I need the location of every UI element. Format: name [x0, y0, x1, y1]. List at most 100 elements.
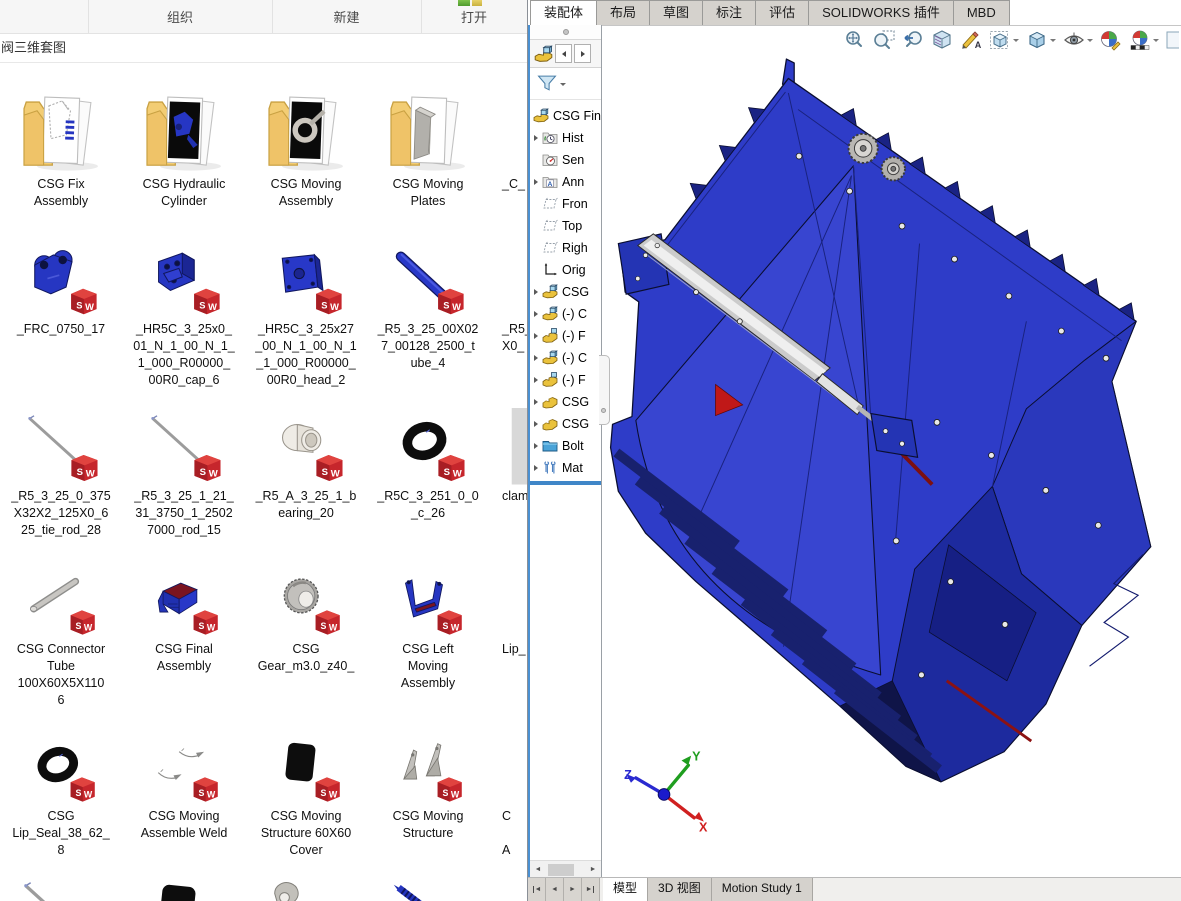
- ribbon-tab-1[interactable]: 布局: [596, 0, 650, 25]
- feature-tree-item[interactable]: Sen: [530, 149, 601, 171]
- feature-tree-root[interactable]: CSG Fin: [530, 105, 601, 127]
- view-tab-2[interactable]: Motion Study 1: [712, 878, 813, 901]
- file-item[interactable]: SW_R5_3_25_00X02 7_00128_2500_t ube_4: [367, 243, 489, 372]
- tab-scroll-right-button[interactable]: [574, 44, 591, 63]
- edit-appearance-button[interactable]: [1098, 28, 1124, 52]
- expand-arrow-icon[interactable]: [534, 135, 538, 141]
- expand-arrow-icon[interactable]: [534, 421, 538, 427]
- file-item[interactable]: SW: [245, 874, 367, 901]
- scroll-right-icon[interactable]: ►: [585, 862, 601, 878]
- file-item[interactable]: SW_HR5C_3_25x27 _00_N_1_00_N_1 _1_000_R0…: [245, 243, 367, 389]
- first-frame-button[interactable]: ◄: [528, 878, 546, 901]
- file-item[interactable]: _R5_ X0_: [489, 243, 527, 355]
- tree-horizontal-scrollbar[interactable]: ◄ ►: [530, 860, 601, 878]
- file-item[interactable]: SWCSG Moving Structure: [367, 734, 489, 842]
- file-item[interactable]: Lip_: [489, 567, 527, 658]
- display-style-button[interactable]: [1024, 28, 1058, 52]
- feature-tree-item[interactable]: Righ: [530, 237, 601, 259]
- file-item[interactable]: SW: [367, 874, 489, 901]
- feature-tree-item[interactable]: (-) C: [530, 347, 601, 369]
- folder-item[interactable]: CSG Moving Plates: [367, 76, 489, 210]
- feature-tree-item[interactable]: Mat: [530, 457, 601, 479]
- expand-arrow-icon[interactable]: [534, 289, 538, 295]
- panel-splitter-handle[interactable]: [599, 355, 610, 425]
- file-item[interactable]: SW_R5_3_25_0_375 X32X2_125X0_6 25_tie_ro…: [0, 408, 122, 539]
- chevron-down-icon[interactable]: [1153, 39, 1159, 45]
- view-tab-0[interactable]: 模型: [603, 878, 648, 901]
- file-item[interactable]: C A: [489, 734, 527, 859]
- expand-arrow-icon[interactable]: [534, 355, 538, 361]
- ribbon-tab-2[interactable]: 草图: [649, 0, 703, 25]
- expand-arrow-icon[interactable]: [534, 333, 538, 339]
- chevron-down-icon[interactable]: [1087, 39, 1093, 45]
- chevron-down-icon[interactable]: [1050, 39, 1056, 45]
- hide-show-items-button[interactable]: [1061, 28, 1095, 52]
- previous-view-button[interactable]: [900, 28, 926, 52]
- feature-tree-item[interactable]: Orig: [530, 259, 601, 281]
- file-item[interactable]: SW_FRC_0750_17: [0, 243, 122, 338]
- file-item[interactable]: SWCSG Gear_m3.0_z40_: [245, 567, 367, 675]
- zoom-to-fit-button[interactable]: [842, 28, 868, 52]
- assembly-model[interactable]: Z Y X: [528, 25, 1181, 878]
- hide-show-annotations-button[interactable]: A: [958, 28, 984, 52]
- scrollbar-thumb[interactable]: [548, 864, 574, 876]
- expand-arrow-icon[interactable]: [534, 377, 538, 383]
- file-item-selected[interactable]: clam: [489, 408, 527, 505]
- zoom-to-area-button[interactable]: [871, 28, 897, 52]
- ribbon-tab-assembly[interactable]: 装配体: [530, 0, 597, 25]
- folder-item[interactable]: CSG Moving Assembly: [245, 76, 367, 210]
- ribbon-tab-6[interactable]: MBD: [953, 0, 1010, 25]
- feature-tree-item[interactable]: CSG: [530, 281, 601, 303]
- folder-item[interactable]: CSG Hydraulic Cylinder: [123, 76, 245, 210]
- breadcrumb[interactable]: 阀三维套图: [0, 34, 527, 63]
- feature-tree-item[interactable]: CSG: [530, 391, 601, 413]
- ribbon-tab-3[interactable]: 标注: [702, 0, 756, 25]
- file-item[interactable]: SWCSG Left Moving Assembly: [367, 567, 489, 692]
- apply-scene-button[interactable]: [1127, 28, 1161, 52]
- feature-tree-item[interactable]: Fron: [530, 193, 601, 215]
- folder-item[interactable]: CSG Fix Assembly: [0, 76, 122, 210]
- file-item[interactable]: SW: [123, 874, 245, 901]
- expand-arrow-icon[interactable]: [534, 399, 538, 405]
- file-item[interactable]: SWCSG Lip_Seal_38_62_ 8: [0, 734, 122, 859]
- feature-tree-item[interactable]: Bolt: [530, 435, 601, 457]
- expand-arrow-icon[interactable]: [534, 311, 538, 317]
- view-settings-button[interactable]: [1164, 28, 1179, 52]
- file-item[interactable]: SW_R5C_3_251_0_0 _c_26: [367, 408, 489, 522]
- file-item[interactable]: SW_R5_3_25_1_21_ 31_3750_1_2502 7000_rod…: [123, 408, 245, 539]
- feature-tree-item[interactable]: AAnn: [530, 171, 601, 193]
- feature-tree-item[interactable]: Top: [530, 215, 601, 237]
- file-item[interactable]: SWCSG Connector Tube 100X60X5X110 6: [0, 567, 122, 709]
- feature-tree-item[interactable]: (-) F: [530, 325, 601, 347]
- scroll-left-icon[interactable]: ◄: [530, 862, 546, 878]
- file-item[interactable]: SWCSG Moving Structure 60X60 Cover: [245, 734, 367, 859]
- ribbon-tab-4[interactable]: 评估: [755, 0, 809, 25]
- expand-arrow-icon[interactable]: [534, 465, 538, 471]
- prev-frame-button[interactable]: ◄: [546, 878, 564, 901]
- rollback-bar[interactable]: [530, 481, 601, 485]
- panel-collapse-handle[interactable]: [530, 25, 601, 40]
- file-item[interactable]: SW: [0, 874, 122, 901]
- view-tab-1[interactable]: 3D 视图: [648, 878, 712, 901]
- feature-tree-item[interactable]: (-) C: [530, 303, 601, 325]
- file-item[interactable]: SW_C_: [489, 76, 527, 193]
- ribbon-group-new[interactable]: 新建: [272, 0, 421, 33]
- file-item[interactable]: SWCSG Final Assembly: [123, 567, 245, 675]
- expand-arrow-icon[interactable]: [534, 179, 538, 185]
- chevron-down-icon[interactable]: [1013, 39, 1019, 45]
- expand-arrow-icon[interactable]: [534, 443, 538, 449]
- graphics-area[interactable]: Z Y X A: [528, 25, 1181, 878]
- feature-tree-item[interactable]: (-) F: [530, 369, 601, 391]
- featuremanager-tab[interactable]: [534, 45, 553, 63]
- section-view-button[interactable]: [929, 28, 955, 52]
- feature-tree-item[interactable]: Hist: [530, 127, 601, 149]
- file-item[interactable]: SW_R5_A_3_25_1_b earing_20: [245, 408, 367, 522]
- feature-tree-item[interactable]: CSG: [530, 413, 601, 435]
- last-frame-button[interactable]: ►: [582, 878, 600, 901]
- ribbon-group-organize[interactable]: 组织: [88, 0, 272, 33]
- file-item[interactable]: SW_HR5C_3_25x0_ 01_N_1_00_N_1_ 1_000_R00…: [123, 243, 245, 389]
- file-item[interactable]: SWCSG Moving Assemble Weld: [123, 734, 245, 842]
- ribbon-tab-5[interactable]: SOLIDWORKS 插件: [808, 0, 954, 25]
- tree-filter-button[interactable]: [530, 68, 601, 100]
- tab-scroll-left-button[interactable]: [555, 44, 572, 63]
